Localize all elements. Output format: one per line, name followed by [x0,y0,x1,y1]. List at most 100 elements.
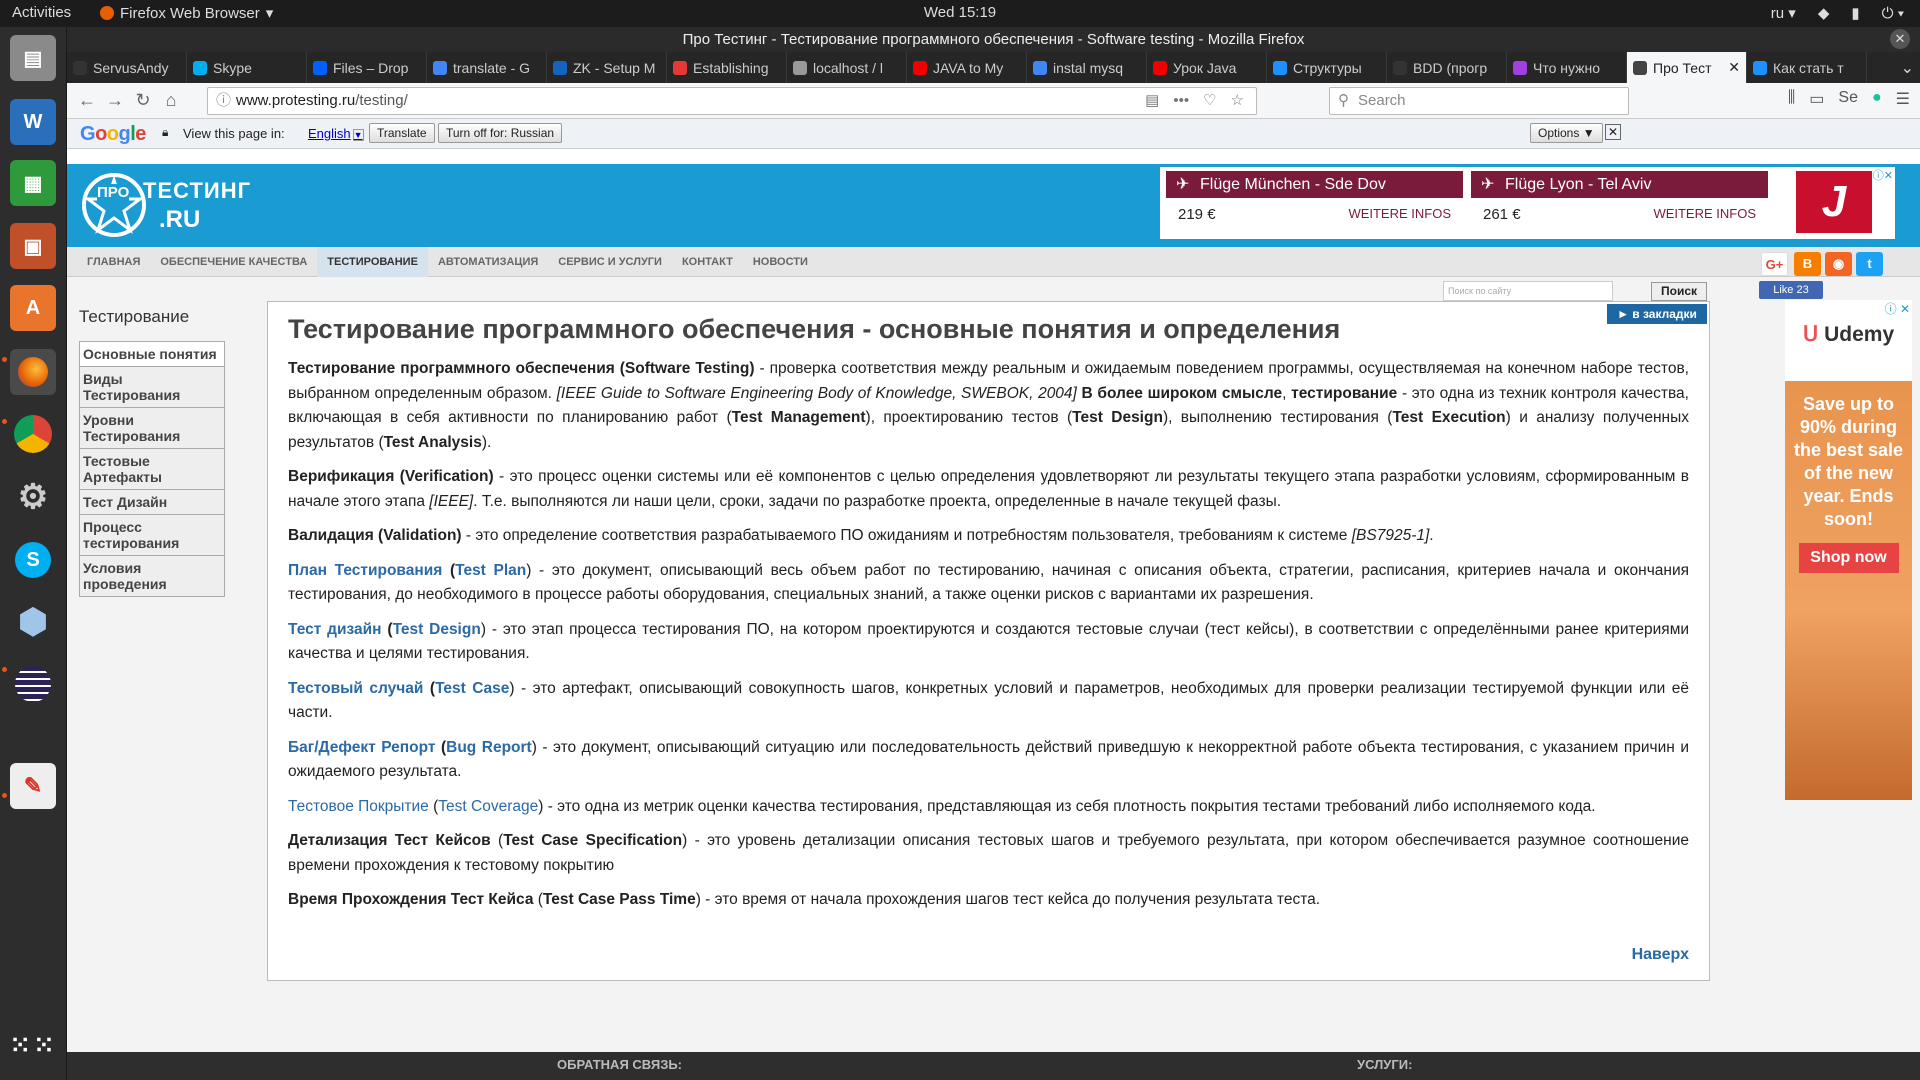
nav-item[interactable]: КОНТАКТ [672,247,743,277]
nav-item[interactable]: НОВОСТИ [743,247,818,277]
sidebar-item[interactable]: Основные понятия [79,341,225,366]
nav-item[interactable]: ОБЕСПЕЧЕНИЕ КАЧЕСТВА [150,247,317,277]
bookmark-star-icon[interactable]: ☆ [1231,88,1244,114]
skype-icon[interactable]: S [10,537,56,583]
back-button[interactable]: ← [73,90,101,111]
battery-icon[interactable]: ▮ [1851,4,1859,22]
tab[interactable]: Files – Drop [307,52,427,83]
test-case-link[interactable]: Тестовый случай [288,680,423,697]
tab[interactable]: Как стать т [1747,52,1867,83]
twitter-icon[interactable]: t [1856,252,1883,276]
tab[interactable]: Про Тест ✕ [1627,52,1747,83]
test-plan-link[interactable]: План Тестирования [288,562,442,579]
tab[interactable]: Skype [187,52,307,83]
sidebar-item[interactable]: Тестовые Артефакты [79,448,225,489]
reload-button[interactable]: ↻ [129,90,157,111]
firefox-dock-icon[interactable] [10,349,56,395]
nav-item[interactable]: ГЛАВНАЯ [77,247,150,277]
shop-now-button[interactable]: Shop now [1798,543,1899,573]
chrome-icon[interactable] [10,411,56,457]
tab[interactable]: instal mysq [1027,52,1147,83]
rss-icon[interactable]: ◉ [1825,252,1852,276]
sidebar-item[interactable]: Тест Дизайн [79,489,225,514]
selenium-extension-icon[interactable]: Se [1838,89,1858,109]
translate-options-button[interactable]: Options ▼ [1530,123,1603,143]
bug-report-en-link[interactable]: Bug Report [446,739,532,756]
blogger-icon[interactable]: B [1794,252,1821,276]
nav-item[interactable]: ТЕСТИРОВАНИЕ [317,246,428,277]
bookmarks-button[interactable]: ► в закладки [1607,304,1707,324]
nav-item[interactable]: СЕРВИС И УСЛУГИ [548,247,672,277]
app-menu[interactable]: Firefox Web Browser ▾ [100,4,273,22]
forward-button[interactable]: → [101,90,129,111]
test-coverage-en-link[interactable]: Test Coverage [438,798,538,815]
tab-list-chevron-icon[interactable]: ⌄ [1901,58,1914,78]
url-bar[interactable]: ⓘ www.protesting.ru/testing/ ▤ ••• ♡ ☆ [207,87,1257,115]
adchoices-icon[interactable]: ⓘ ✕ [1885,300,1910,317]
site-logo[interactable]: ПРО ТЕСТИНГ .RU [81,168,250,242]
tab[interactable]: Структуры [1267,52,1387,83]
flight-ad-2[interactable]: Flüge Lyon - Tel Aviv 261 € WEITERE INFOS [1471,171,1768,231]
flight-more-link[interactable]: WEITERE INFOS [1348,206,1451,223]
tab[interactable]: Урок Java [1147,52,1267,83]
flight-ad-banner[interactable]: Flüge München - Sde Dov 219 € WEITERE INF… [1160,167,1895,239]
tab[interactable]: translate - G [427,52,547,83]
google-plus-icon[interactable]: G+ [1761,252,1788,276]
tab[interactable]: localhost / l [787,52,907,83]
tab[interactable]: ServusAndy [67,52,187,83]
wifi-icon[interactable]: ◆ [1818,4,1830,22]
turn-off-translation-button[interactable]: Turn off for: Russian [438,123,563,143]
test-case-en-link[interactable]: Test Case [435,680,509,697]
bug-report-link[interactable]: Баг/Дефект Репорт [288,739,435,756]
test-design-en-link[interactable]: Test Design [393,621,481,638]
clock[interactable]: Wed 15:19 [0,4,1920,21]
software-center-icon[interactable]: A [10,285,56,331]
impress-icon[interactable]: ▣ [10,223,56,269]
settings-icon[interactable]: ⚙ [10,474,56,520]
test-plan-en-link[interactable]: Test Plan [455,562,526,579]
tab[interactable]: Что нужно [1507,52,1627,83]
calc-icon[interactable]: ▦ [10,160,56,206]
site-search-button[interactable]: Поиск [1651,282,1707,301]
tab[interactable]: JAVA to My [907,52,1027,83]
sidebar-item[interactable]: Виды Тестирования [79,366,225,407]
language-select[interactable]: English ▼ [308,126,364,141]
files-icon[interactable]: ▤ [10,35,56,81]
sidebar-icon[interactable]: ▭ [1809,89,1824,109]
language-indicator[interactable]: ru ▾ [1771,4,1796,22]
back-to-top-link[interactable]: Наверх [1632,946,1689,964]
sidebar-item[interactable]: Уровни Тестирования [79,407,225,448]
pocket-icon[interactable]: ♡ [1203,88,1216,114]
grammarly-icon[interactable]: ● [1872,89,1882,109]
library-icon[interactable]: ⫼ [1788,89,1795,109]
show-apps-icon[interactable]: ⁙⁙ [9,1022,56,1068]
home-button[interactable]: ⌂ [157,90,185,111]
translate-button[interactable]: Translate [369,123,435,143]
site-search-input[interactable]: Поиск по сайту [1443,281,1613,301]
power-icon[interactable]: ⏻ ▾ [1882,5,1904,22]
close-tab-icon[interactable]: ✕ [1728,59,1740,76]
tab[interactable]: ZK - Setup M [547,52,667,83]
sidebar-item[interactable]: Условия проведения [79,555,225,597]
flight-ad-1[interactable]: Flüge München - Sde Dov 219 € WEITERE INF… [1166,171,1463,231]
search-box[interactable]: ⚲ Search [1329,87,1629,115]
reader-view-icon[interactable]: ▤ [1145,88,1159,114]
test-coverage-link[interactable]: Тестовое Покрытие [288,798,429,815]
adchoices-icon[interactable]: ⓘ✕ [1873,167,1893,183]
tab[interactable]: BDD (прогр [1387,52,1507,83]
menu-hamburger-icon[interactable]: ☰ [1896,89,1910,109]
close-icon[interactable]: ✕ [1605,124,1622,140]
nav-item[interactable]: АВТОМАТИЗАЦИЯ [428,247,548,277]
flight-more-link[interactable]: WEITERE INFOS [1653,206,1756,223]
test-design-link[interactable]: Тест дизайн [288,621,382,638]
sidebar-item[interactable]: Процесс тестирования [79,514,225,555]
texteditor-icon[interactable]: ✎ [10,763,56,809]
facebook-like-button[interactable]: Like 23 [1759,281,1823,299]
eclipse-icon[interactable] [10,661,56,707]
udemy-ad[interactable]: ᑌ Udemy ⓘ ✕ Save up to 90% during the be… [1785,300,1912,800]
writer-icon[interactable]: W [10,99,56,145]
info-icon[interactable]: ⓘ [216,88,231,114]
activities-button[interactable]: Activities [12,4,71,21]
close-window-button[interactable]: ✕ [1890,29,1910,49]
tab[interactable]: Establishing [667,52,787,83]
